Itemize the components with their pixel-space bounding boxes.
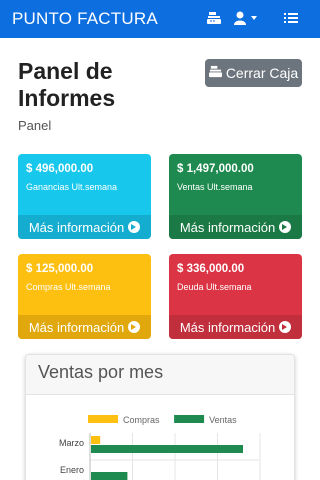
arrow-circle-right-icon xyxy=(279,321,292,333)
purchases-card: $ 125,000.00 Compras Ult.semana Más info… xyxy=(18,254,151,339)
legend-swatch xyxy=(88,415,118,423)
arrow-circle-right-icon xyxy=(279,221,292,233)
top-navbar: PUNTO FACTURA xyxy=(0,0,320,38)
brand-title[interactable]: PUNTO FACTURA xyxy=(12,9,158,29)
user-icon[interactable] xyxy=(234,11,260,30)
legend-label: Compras xyxy=(123,415,160,425)
bar xyxy=(91,436,101,444)
more-info-label: Más información xyxy=(28,319,125,335)
legend-label: Ventas xyxy=(209,415,237,425)
sales-card: $ 1,497,000.00 Ventas Ult.semana Más inf… xyxy=(169,154,302,239)
card-label: Deuda Ult.semana xyxy=(177,282,252,292)
list-menu-icon[interactable] xyxy=(284,11,298,30)
breadcrumb[interactable]: Panel xyxy=(18,118,51,133)
close-register-label: Cerrar Caja xyxy=(225,65,299,81)
category-label: Marzo xyxy=(59,438,84,448)
cash-register-icon xyxy=(208,65,222,81)
caret-down-icon xyxy=(251,16,257,20)
sales-chart-panel: Ventas por mes Compras Ventas Marzo Enero xyxy=(25,354,295,480)
legend-swatch xyxy=(174,415,205,423)
more-info-link[interactable]: Más información xyxy=(18,215,151,239)
panel-title: Ventas por mes xyxy=(26,355,294,395)
close-register-button[interactable]: Cerrar Caja xyxy=(205,59,302,87)
card-label: Ventas Ult.semana xyxy=(177,182,253,192)
arrow-circle-right-icon xyxy=(128,221,141,233)
more-info-label: Más información xyxy=(28,219,125,235)
card-label: Compras Ult.semana xyxy=(26,282,111,292)
bar xyxy=(91,472,128,480)
category-label: Enero xyxy=(60,465,84,475)
card-value: $ 1,497,000.00 xyxy=(177,163,254,175)
card-value: $ 336,000.00 xyxy=(177,263,245,275)
sales-chart: Compras Ventas Marzo Enero xyxy=(59,415,261,480)
bar xyxy=(91,445,243,453)
earnings-card: $ 496,000.00 Ganancias Ult.semana Más in… xyxy=(18,154,151,239)
more-info-label: Más información xyxy=(179,319,276,335)
more-info-link[interactable]: Más información xyxy=(169,315,302,339)
card-value: $ 496,000.00 xyxy=(26,163,94,175)
card-label: Ganancias Ult.semana xyxy=(26,182,118,192)
debt-card: $ 336,000.00 Deuda Ult.semana Más inform… xyxy=(169,254,302,339)
cash-register-icon[interactable] xyxy=(207,11,221,30)
card-value: $ 125,000.00 xyxy=(26,263,94,275)
arrow-circle-right-icon xyxy=(128,321,141,333)
more-info-link[interactable]: Más información xyxy=(169,215,302,239)
page-title: Panel de Informes xyxy=(18,58,116,111)
more-info-link[interactable]: Más información xyxy=(18,315,151,339)
more-info-label: Más información xyxy=(179,219,276,235)
